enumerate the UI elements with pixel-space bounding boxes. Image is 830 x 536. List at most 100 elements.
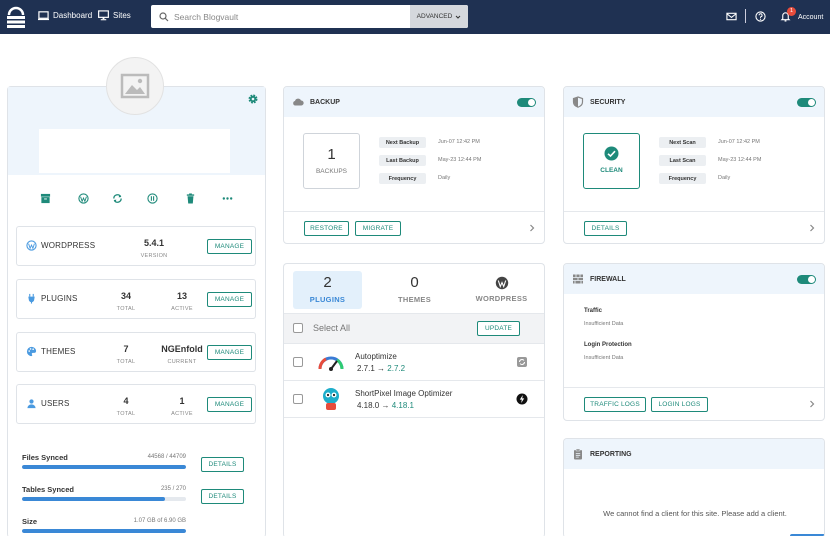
backup-count-box: 1 BACKUPS (303, 133, 360, 189)
chevron-right-icon[interactable] (808, 224, 816, 232)
backup-card: BACKUP 1 BACKUPS Next Backup Jun-07 12:4… (283, 86, 545, 244)
files-synced-value: 44568 / 44709 (147, 454, 186, 460)
last-backup-value: May-23 12:44 PM (438, 157, 482, 163)
plugin-old-version: 4.18.0 (357, 401, 380, 410)
clipboard-icon (574, 448, 582, 460)
tab-themes[interactable]: 0 THEMES (380, 271, 449, 309)
security-status-box: CLEAN (583, 133, 640, 189)
reporting-card: REPORTING We cannot find a client for th… (563, 438, 825, 536)
help-icon[interactable] (755, 11, 766, 22)
advanced-label: ADVANCED (416, 13, 453, 20)
manage-wordpress-button[interactable]: MANAGE (207, 239, 252, 254)
migrate-button[interactable]: MIGRATE (355, 221, 401, 236)
backup-count-label: BACKUPS (315, 168, 348, 175)
nav-sites-label: Sites (113, 11, 131, 20)
manage-themes-button[interactable]: MANAGE (207, 345, 252, 360)
firewall-icon (573, 274, 583, 284)
monitor-icon (98, 10, 109, 21)
chevron-right-icon[interactable] (808, 400, 816, 408)
tab-plugins[interactable]: 2 PLUGINS (293, 271, 362, 309)
tab-wordpress-label: WORDPRESS (475, 294, 528, 303)
select-all-checkbox[interactable] (293, 323, 303, 333)
wordpress-stat-label: WORDPRESS (41, 241, 96, 250)
security-header: SECURITY (564, 87, 824, 117)
plugin-new-version: 4.18.1 (391, 401, 414, 410)
version-arrow: → (381, 401, 390, 410)
login-protection-label: Login Protection (584, 342, 632, 348)
reporting-message: We cannot find a client for this site. P… (603, 509, 787, 518)
reporting-header: REPORTING (564, 439, 824, 469)
restore-button[interactable]: RESTORE (304, 221, 349, 236)
size-label: Size (22, 517, 38, 526)
lightning-icon[interactable] (516, 393, 528, 405)
traffic-label: Traffic (584, 308, 603, 314)
plugin-checkbox[interactable] (293, 394, 303, 404)
backup-count: 1 (327, 146, 336, 163)
updates-card: 2 PLUGINS 0 THEMES WORDPRESS Select All … (283, 263, 545, 536)
search-input[interactable] (169, 5, 410, 28)
security-details-button[interactable]: DETAILS (584, 221, 627, 236)
more-icon[interactable] (222, 193, 233, 204)
divider (745, 9, 746, 23)
plugin-row-autoptimize: Autoptimize 2.7.1 → 2.7.2 (284, 343, 544, 380)
update-button[interactable]: UPDATE (477, 321, 520, 336)
plugin-name: Autoptimize (355, 352, 397, 361)
firewall-title: FIREWALL (590, 275, 626, 283)
files-synced-label: Files Synced (22, 453, 68, 462)
users-active-sub: ACTIVE (171, 411, 193, 417)
nav-sites[interactable]: Sites (98, 10, 131, 21)
divider (284, 211, 544, 212)
dashboard-icon (38, 11, 49, 21)
account-menu[interactable]: Account (798, 14, 823, 21)
site-avatar (106, 57, 164, 115)
firewall-header: FIREWALL (564, 264, 824, 294)
pause-icon[interactable] (147, 193, 158, 204)
site-name-area (39, 129, 230, 173)
manage-users-button[interactable]: MANAGE (207, 397, 252, 412)
scan-frequency-value: Daily (718, 175, 731, 181)
advanced-search-button[interactable]: ADVANCED (410, 5, 468, 28)
files-details-button[interactable]: DETAILS (201, 457, 244, 472)
traffic-logs-button[interactable]: TRAFFIC LOGS (584, 397, 646, 412)
plugin-name: ShortPixel Image Optimizer (355, 389, 453, 398)
security-status: CLEAN (600, 167, 623, 174)
mail-icon[interactable] (726, 11, 737, 22)
firewall-card: FIREWALL Traffic Insufficient Data Login… (563, 263, 825, 421)
version-arrow: → (377, 364, 386, 373)
security-toggle[interactable] (797, 98, 816, 107)
next-backup-value: Jun-07 12:42 PM (438, 139, 480, 145)
size-progress (22, 529, 186, 533)
security-card: SECURITY CLEAN Next Scan Jun-07 12:42 PM… (563, 86, 825, 244)
plugins-total: 34 (120, 291, 131, 301)
gear-icon[interactable] (247, 93, 259, 105)
nav-dashboard[interactable]: Dashboard (38, 10, 92, 21)
check-circle-icon (604, 146, 619, 161)
select-all-label: Select All (313, 323, 351, 333)
blogvault-logo[interactable] (6, 5, 26, 29)
user-icon (27, 399, 36, 409)
plugin-new-version: 2.7.2 (387, 364, 406, 373)
sync-icon[interactable] (112, 193, 123, 204)
tables-synced-label: Tables Synced (22, 485, 74, 494)
plugins-active: 13 (176, 291, 187, 301)
chevron-right-icon[interactable] (528, 224, 536, 232)
manage-plugins-button[interactable]: MANAGE (207, 292, 252, 307)
reporting-title: REPORTING (590, 450, 632, 458)
archive-icon[interactable] (40, 193, 51, 204)
themes-current-sub: CURRENT (167, 359, 197, 365)
palette-icon (26, 346, 37, 357)
plugin-checkbox[interactable] (293, 357, 303, 367)
trash-icon[interactable] (185, 193, 196, 204)
refresh-shield-icon[interactable] (516, 356, 528, 368)
plugins-update-count: 2 (323, 274, 332, 291)
plugin-old-version: 2.7.1 (357, 364, 375, 373)
wordpress-icon[interactable] (78, 193, 89, 204)
tab-wordpress[interactable]: WORDPRESS (467, 271, 536, 309)
tables-details-button[interactable]: DETAILS (201, 489, 244, 504)
users-stat: USERS 4 TOTAL 1 ACTIVE MANAGE (16, 384, 256, 424)
firewall-toggle[interactable] (797, 275, 816, 284)
plugins-stat: PLUGINS 34 TOTAL 13 ACTIVE MANAGE (16, 279, 256, 319)
backup-toggle[interactable] (517, 98, 536, 107)
tables-synced-value: 235 / 270 (160, 486, 186, 492)
login-logs-button[interactable]: LOGIN LOGS (651, 397, 708, 412)
